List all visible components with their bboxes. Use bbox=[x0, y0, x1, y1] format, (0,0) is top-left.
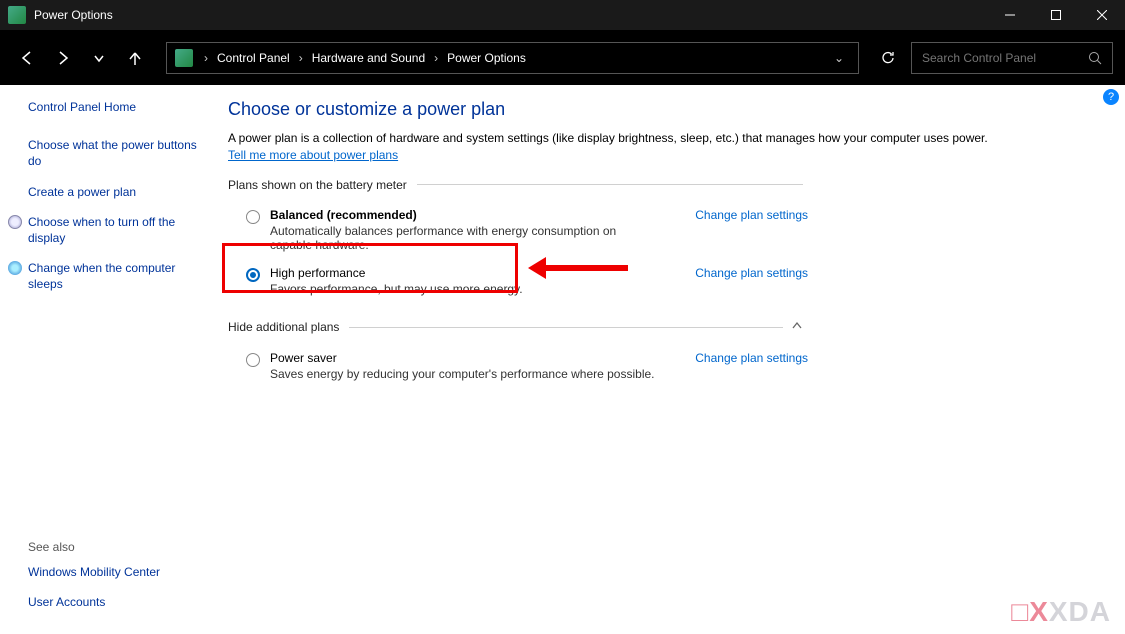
radio-power-saver[interactable] bbox=[246, 353, 260, 367]
path-icon bbox=[175, 49, 193, 67]
chevron-right-icon: › bbox=[201, 51, 211, 65]
plan-desc: Favors performance, but may use more ene… bbox=[270, 282, 655, 296]
see-also-link[interactable]: Windows Mobility Center bbox=[28, 564, 160, 580]
maximize-button[interactable] bbox=[1033, 0, 1079, 30]
chevron-down-icon[interactable]: ⌄ bbox=[828, 51, 850, 65]
chevron-right-icon: › bbox=[431, 51, 441, 65]
sleep-icon bbox=[8, 261, 22, 275]
app-icon bbox=[8, 6, 26, 24]
back-button[interactable] bbox=[12, 43, 42, 73]
up-button[interactable] bbox=[120, 43, 150, 73]
sidebar-link[interactable]: Change when the computer sleeps bbox=[28, 260, 206, 292]
toolbar: › Control Panel › Hardware and Sound › P… bbox=[0, 30, 1125, 85]
plan-desc: Saves energy by reducing your computer's… bbox=[270, 367, 655, 381]
main-panel: Choose or customize a power plan A power… bbox=[218, 85, 1125, 634]
learn-more-link[interactable]: Tell me more about power plans bbox=[228, 148, 398, 162]
radio-high-performance[interactable] bbox=[246, 268, 260, 282]
sidebar-link[interactable]: Choose when to turn off the display bbox=[28, 214, 206, 246]
display-icon bbox=[8, 215, 22, 229]
sidebar-link[interactable]: Create a power plan bbox=[28, 184, 206, 200]
see-also-link[interactable]: User Accounts bbox=[28, 594, 160, 610]
change-plan-link[interactable]: Change plan settings bbox=[695, 351, 808, 365]
plan-power-saver: Power saver Saves energy by reducing you… bbox=[228, 345, 808, 389]
search-icon bbox=[1088, 51, 1102, 65]
sidebar-link[interactable]: Choose what the power buttons do bbox=[28, 137, 206, 169]
refresh-button[interactable] bbox=[871, 42, 905, 74]
search-box[interactable] bbox=[911, 42, 1113, 74]
watermark: □XXDAXDA bbox=[1011, 596, 1111, 628]
recent-dropdown[interactable] bbox=[84, 43, 114, 73]
forward-button[interactable] bbox=[48, 43, 78, 73]
control-panel-home-link[interactable]: Control Panel Home bbox=[28, 99, 206, 115]
plan-name[interactable]: High performance bbox=[270, 266, 655, 280]
address-bar[interactable]: › Control Panel › Hardware and Sound › P… bbox=[166, 42, 859, 74]
plan-balanced: Balanced (recommended) Automatically bal… bbox=[228, 202, 808, 260]
window-title: Power Options bbox=[34, 8, 987, 22]
radio-balanced[interactable] bbox=[246, 210, 260, 224]
breadcrumb-item[interactable]: Control Panel bbox=[213, 51, 294, 65]
section-header-shown: Plans shown on the battery meter bbox=[228, 178, 803, 192]
see-also-heading: See also bbox=[28, 540, 160, 554]
search-input[interactable] bbox=[922, 51, 1088, 65]
breadcrumb-item[interactable]: Power Options bbox=[443, 51, 530, 65]
plan-name[interactable]: Power saver bbox=[270, 351, 655, 365]
breadcrumb-item[interactable]: Hardware and Sound bbox=[308, 51, 429, 65]
chevron-right-icon: › bbox=[296, 51, 306, 65]
page-description: A power plan is a collection of hardware… bbox=[228, 130, 988, 164]
plan-high-performance: High performance Favors performance, but… bbox=[228, 260, 808, 304]
plan-name[interactable]: Balanced (recommended) bbox=[270, 208, 655, 222]
plan-desc: Automatically balances performance with … bbox=[270, 224, 655, 252]
change-plan-link[interactable]: Change plan settings bbox=[695, 266, 808, 280]
minimize-button[interactable] bbox=[987, 0, 1033, 30]
chevron-up-icon bbox=[791, 320, 803, 335]
close-button[interactable] bbox=[1079, 0, 1125, 30]
page-title: Choose or customize a power plan bbox=[228, 99, 1095, 120]
section-header-hide[interactable]: Hide additional plans bbox=[228, 320, 803, 335]
sidebar: Control Panel Home Choose what the power… bbox=[0, 85, 218, 634]
see-also: See also Windows Mobility Center User Ac… bbox=[28, 540, 160, 624]
change-plan-link[interactable]: Change plan settings bbox=[695, 208, 808, 222]
title-bar: Power Options bbox=[0, 0, 1125, 30]
